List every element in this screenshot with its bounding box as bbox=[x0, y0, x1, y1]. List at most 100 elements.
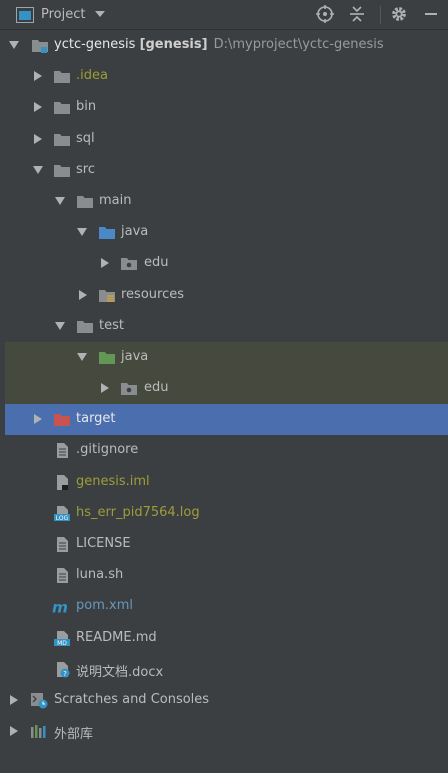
tree-node-target[interactable]: target bbox=[5, 404, 448, 436]
tree-node-iml[interactable]: genesis.iml bbox=[5, 467, 448, 498]
pom-label: pom.xml bbox=[76, 598, 133, 614]
expanded-arrow-icon[interactable] bbox=[54, 195, 66, 207]
text-file-icon bbox=[57, 568, 68, 584]
tree-node-pom[interactable]: m pom.xml bbox=[5, 591, 448, 622]
tree-node-main-java[interactable]: java bbox=[5, 217, 448, 248]
source-folder-icon bbox=[99, 227, 115, 240]
module-folder-icon bbox=[32, 40, 48, 53]
tree-node-scratches[interactable]: Scratches and Consoles bbox=[5, 685, 448, 716]
text-file-icon bbox=[57, 537, 68, 552]
collapsed-arrow-icon[interactable] bbox=[8, 725, 20, 737]
license-label: LICENSE bbox=[76, 536, 131, 551]
collapsed-arrow-icon[interactable] bbox=[32, 133, 44, 145]
collapsed-arrow-icon[interactable] bbox=[8, 694, 20, 706]
resources-label: resources bbox=[121, 286, 185, 302]
expanded-arrow-icon[interactable] bbox=[8, 39, 20, 51]
project-icon bbox=[16, 7, 34, 23]
tree-node-log[interactable]: LOG hs_err_pid7564.log bbox=[5, 498, 448, 529]
project-toolbar: Project bbox=[0, 0, 448, 30]
root-path: D:\myproject\yctc-genesis bbox=[213, 37, 384, 52]
folder-icon bbox=[77, 320, 93, 333]
project-title[interactable]: Project bbox=[41, 7, 85, 22]
svg-text:m: m bbox=[52, 599, 68, 616]
root-label: yctc-genesis [genesis] D:\myproject\yctc-… bbox=[54, 37, 384, 52]
expanded-arrow-icon[interactable] bbox=[76, 226, 88, 238]
locate-icon[interactable] bbox=[316, 5, 334, 23]
root-name: yctc-genesis bbox=[54, 37, 136, 52]
folder-icon bbox=[54, 164, 70, 177]
src-label: src bbox=[76, 161, 95, 177]
tree-node-gitignore[interactable]: .gitignore bbox=[5, 435, 448, 466]
test-label: test bbox=[99, 317, 124, 333]
collapse-icon[interactable] bbox=[348, 5, 366, 23]
tree-node-external-libraries[interactable]: 外部库 bbox=[5, 716, 448, 747]
tree-node-main[interactable]: main bbox=[5, 186, 448, 217]
package-icon bbox=[121, 258, 137, 271]
collapsed-arrow-icon[interactable] bbox=[77, 289, 89, 301]
collapsed-arrow-icon[interactable] bbox=[99, 257, 111, 269]
tree-node-idea[interactable]: .idea bbox=[5, 61, 448, 92]
markdown-file-icon: MD bbox=[54, 630, 70, 647]
iml-label: genesis.iml bbox=[76, 473, 150, 489]
tree-node-test-java[interactable]: java bbox=[5, 341, 448, 374]
library-icon bbox=[31, 725, 46, 739]
text-file-icon bbox=[57, 443, 68, 459]
collapsed-arrow-icon[interactable] bbox=[32, 413, 44, 425]
module-file-icon bbox=[57, 474, 68, 490]
project-tree: yctc-genesis [genesis] D:\myproject\yctc-… bbox=[5, 30, 448, 747]
tree-node-bin[interactable]: bin bbox=[5, 92, 448, 123]
log-file-icon: LOG bbox=[54, 505, 70, 522]
minimize-icon[interactable] bbox=[424, 5, 438, 23]
root-module: [genesis] bbox=[139, 37, 208, 52]
maven-icon: m bbox=[52, 599, 68, 616]
tree-node-luna[interactable]: luna.sh bbox=[5, 560, 448, 591]
test-folder-icon bbox=[99, 351, 115, 364]
collapsed-arrow-icon[interactable] bbox=[32, 101, 44, 113]
tree-node-readme[interactable]: MD README.md bbox=[5, 623, 448, 654]
luna-label: luna.sh bbox=[76, 567, 124, 583]
tree-node-license[interactable]: LICENSE bbox=[5, 529, 448, 560]
svg-text:MD: MD bbox=[57, 640, 67, 647]
gitignore-label: .gitignore bbox=[76, 442, 139, 458]
docx-label: 说明文档.docx bbox=[76, 664, 164, 680]
folder-icon bbox=[77, 195, 93, 208]
tree-node-docx[interactable]: ? 说明文档.docx bbox=[5, 654, 448, 685]
expanded-arrow-icon[interactable] bbox=[54, 320, 66, 332]
bin-label: bin bbox=[76, 99, 97, 115]
external-libraries-label: 外部库 bbox=[54, 727, 94, 743]
readme-label: README.md bbox=[76, 629, 157, 645]
unknown-file-icon: ? bbox=[57, 661, 70, 678]
test-java-label: java bbox=[121, 348, 149, 364]
svg-text:?: ? bbox=[63, 670, 67, 678]
collapsed-arrow-icon[interactable] bbox=[32, 70, 44, 82]
dropdown-icon[interactable] bbox=[94, 7, 106, 21]
resources-folder-icon bbox=[99, 289, 115, 302]
expanded-arrow-icon[interactable] bbox=[76, 351, 88, 363]
expanded-arrow-icon[interactable] bbox=[32, 164, 44, 176]
scratches-label: Scratches and Consoles bbox=[54, 691, 210, 707]
tree-node-src[interactable]: src bbox=[5, 155, 448, 186]
main-edu-label: edu bbox=[144, 255, 169, 271]
main-java-label: java bbox=[121, 224, 149, 240]
folder-icon bbox=[54, 102, 70, 115]
log-label: hs_err_pid7564.log bbox=[76, 504, 200, 520]
main-label: main bbox=[99, 192, 132, 208]
sql-label: sql bbox=[76, 130, 95, 146]
tree-node-test-edu[interactable]: edu bbox=[5, 373, 448, 405]
scratches-icon bbox=[31, 692, 48, 709]
folder-icon bbox=[54, 71, 70, 84]
test-edu-label: edu bbox=[144, 380, 169, 396]
tree-node-sql[interactable]: sql bbox=[5, 124, 448, 155]
toolbar-separator bbox=[380, 6, 381, 24]
package-icon bbox=[121, 383, 137, 396]
excluded-folder-icon bbox=[54, 414, 70, 427]
gear-icon[interactable] bbox=[390, 5, 408, 23]
tree-node-resources[interactable]: resources bbox=[5, 280, 448, 311]
folder-icon bbox=[54, 133, 70, 146]
collapsed-arrow-icon[interactable] bbox=[99, 382, 111, 394]
target-label: target bbox=[76, 411, 116, 427]
tree-node-main-edu[interactable]: edu bbox=[5, 248, 448, 279]
idea-label: .idea bbox=[76, 68, 108, 84]
tree-node-test[interactable]: test bbox=[5, 311, 448, 342]
tree-node-root[interactable]: yctc-genesis [genesis] D:\myproject\yctc-… bbox=[5, 30, 448, 61]
